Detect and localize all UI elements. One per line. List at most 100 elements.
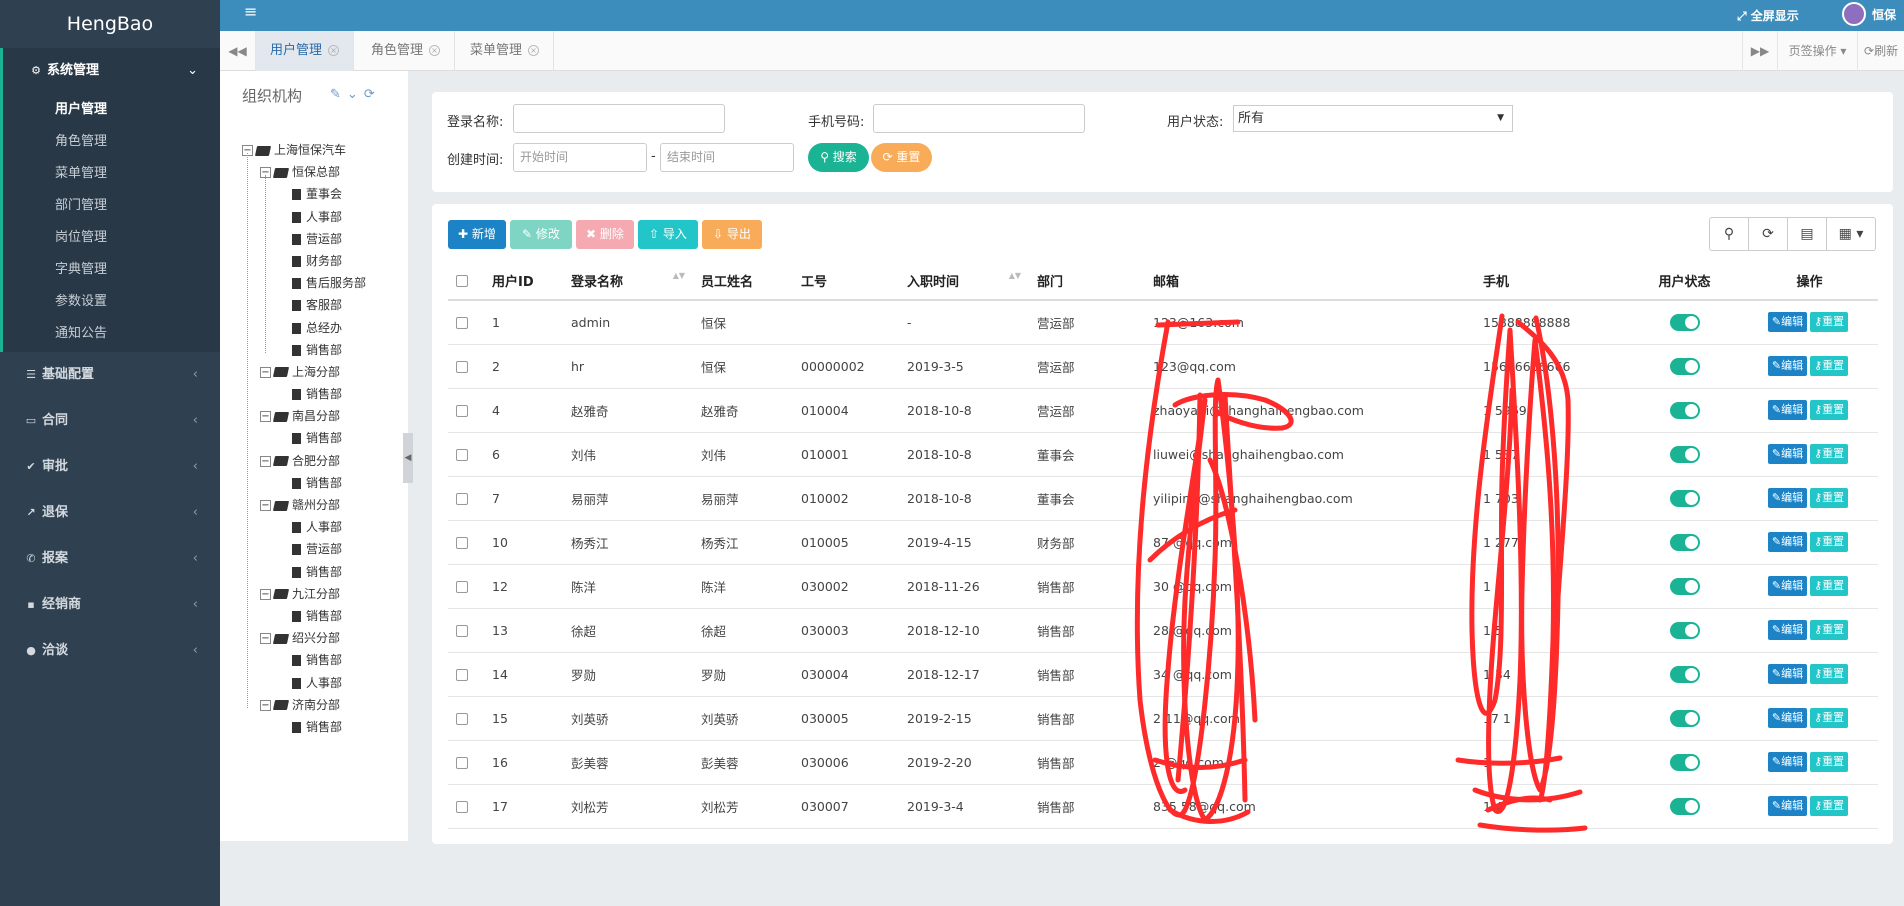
table-row[interactable]: 17 刘松芳 刘松芳 030007 2019-3-4 销售部 835 58@qq.com 1 … bbox=[448, 784, 1878, 829]
start-time-input[interactable]: 开始时间 bbox=[513, 143, 647, 172]
sidebar-item-negotiation[interactable]: ● 洽谈 ‹ bbox=[0, 628, 220, 674]
sidebar-subitem-dept[interactable]: 部门管理 bbox=[3, 190, 220, 222]
import-button[interactable]: ⇧ 导入 bbox=[638, 220, 698, 249]
tab-menu-management[interactable]: 菜单管理 × bbox=[456, 31, 555, 71]
collapse-toggle-icon[interactable]: − bbox=[260, 366, 271, 378]
edit-icon[interactable]: ✎ bbox=[330, 87, 347, 102]
sidebar-item-approval[interactable]: ✔ 审批 ‹ bbox=[0, 444, 220, 490]
collapse-toggle-icon[interactable]: − bbox=[260, 699, 271, 711]
chevron-down-icon[interactable]: ⌄ bbox=[347, 87, 364, 102]
refresh-tab-button[interactable]: ⟳刷新 bbox=[1858, 31, 1904, 71]
table-search-button[interactable]: ⚲ bbox=[1709, 217, 1749, 251]
table-row[interactable]: 10 杨秀江 杨秀江 010005 2019-4-15 财务部 87 @qq.com 1 27… bbox=[448, 520, 1878, 565]
tree-leaf-node[interactable]: 总经办 bbox=[242, 317, 408, 339]
status-toggle[interactable] bbox=[1669, 665, 1700, 683]
row-edit-button[interactable]: ✎编辑 bbox=[1767, 620, 1808, 640]
table-row[interactable]: 14 罗勋 罗勋 030004 2018-12-17 销售部 34 @qq.com 1 34 ✎… bbox=[448, 652, 1878, 697]
row-edit-button[interactable]: ✎编辑 bbox=[1767, 488, 1808, 508]
tree-leaf-node[interactable]: 人事部 bbox=[242, 672, 408, 694]
sidebar-item-base-config[interactable]: ☰ 基础配置 ‹ bbox=[0, 352, 220, 398]
row-edit-button[interactable]: ✎编辑 bbox=[1767, 356, 1808, 376]
col-dept[interactable]: 部门 bbox=[1029, 262, 1145, 301]
status-toggle[interactable] bbox=[1669, 621, 1700, 639]
collapse-toggle-icon[interactable]: − bbox=[260, 588, 271, 600]
sidebar-subitem-post[interactable]: 岗位管理 bbox=[3, 222, 220, 254]
sidebar-item-contract[interactable]: ▭ 合同 ‹ bbox=[0, 398, 220, 444]
table-row[interactable]: 2 hr 恒保 00000002 2019-3-5 营运部 123@qq.com 156666… bbox=[448, 344, 1878, 389]
row-checkbox[interactable] bbox=[456, 405, 468, 417]
tree-leaf-node[interactable]: 营运部 bbox=[242, 228, 408, 250]
status-toggle[interactable] bbox=[1669, 401, 1700, 419]
row-edit-button[interactable]: ✎编辑 bbox=[1767, 444, 1808, 464]
tree-leaf-node[interactable]: 董事会 bbox=[242, 183, 408, 205]
end-time-input[interactable]: 结束时间 bbox=[660, 143, 794, 172]
status-toggle[interactable] bbox=[1669, 709, 1700, 727]
delete-button[interactable]: ✖ 删除 bbox=[576, 220, 634, 249]
row-reset-password-button[interactable]: ⚷重置 bbox=[1810, 664, 1849, 684]
row-edit-button[interactable]: ✎编辑 bbox=[1767, 664, 1808, 684]
col-employee-name[interactable]: 员工姓名 bbox=[693, 262, 793, 301]
export-button[interactable]: ⇩ 导出 bbox=[702, 220, 762, 249]
table-refresh-button[interactable]: ⟳ bbox=[1748, 217, 1788, 251]
status-toggle[interactable] bbox=[1669, 357, 1700, 375]
row-checkbox[interactable] bbox=[456, 493, 468, 505]
col-user-id[interactable]: 用户ID bbox=[484, 262, 563, 301]
login-name-input[interactable] bbox=[513, 104, 725, 133]
row-checkbox[interactable] bbox=[456, 801, 468, 813]
tree-leaf-node[interactable]: 人事部 bbox=[242, 206, 408, 228]
tab-user-management[interactable]: 用户管理 × bbox=[256, 31, 355, 71]
table-row[interactable]: 15 刘英骄 刘英骄 030005 2019-2-15 销售部 2 11@qq.com 17 … bbox=[448, 696, 1878, 741]
sidebar-subitem-user[interactable]: 用户管理 bbox=[3, 94, 220, 126]
row-edit-button[interactable]: ✎编辑 bbox=[1767, 312, 1808, 333]
table-row[interactable]: 4 赵雅奇 赵雅奇 010004 2018-10-8 营运部 zhaoyaqi@shangh… bbox=[448, 388, 1878, 433]
tree-leaf-node[interactable]: 营运部 bbox=[242, 538, 408, 560]
status-toggle[interactable] bbox=[1669, 577, 1700, 595]
sidebar-subitem-role[interactable]: 角色管理 bbox=[3, 126, 220, 158]
table-row[interactable]: 1 admin 恒保 - 营运部 123@163.com 15888888888 ✎编辑 ⚷重置 bbox=[448, 300, 1878, 345]
col-join-date[interactable]: 入职时间 ▲▼ bbox=[899, 262, 1029, 301]
status-toggle[interactable] bbox=[1669, 533, 1700, 551]
row-reset-password-button[interactable]: ⚷重置 bbox=[1810, 576, 1849, 596]
column-chooser-button[interactable]: ▦ ▾ bbox=[1826, 217, 1876, 251]
tree-folder-node[interactable]: − 南昌分部 bbox=[242, 405, 408, 427]
tree-leaf-node[interactable]: 销售部 bbox=[242, 649, 408, 671]
row-edit-button[interactable]: ✎编辑 bbox=[1767, 752, 1808, 772]
col-email[interactable]: 邮箱 bbox=[1145, 262, 1475, 301]
tree-folder-node[interactable]: − 济南分部 bbox=[242, 694, 408, 716]
row-reset-password-button[interactable]: ⚷重置 bbox=[1810, 620, 1849, 640]
row-checkbox[interactable] bbox=[456, 757, 468, 769]
row-reset-password-button[interactable]: ⚷重置 bbox=[1810, 444, 1849, 464]
row-checkbox[interactable] bbox=[456, 669, 468, 681]
status-toggle[interactable] bbox=[1669, 753, 1700, 771]
tree-folder-node[interactable]: − 上海分部 bbox=[242, 361, 408, 383]
add-button[interactable]: ✚ 新增 bbox=[448, 220, 506, 249]
row-reset-password-button[interactable]: ⚷重置 bbox=[1810, 752, 1849, 772]
row-checkbox[interactable] bbox=[456, 713, 468, 725]
tree-leaf-node[interactable]: 售后服务部 bbox=[242, 272, 408, 294]
tree-leaf-node[interactable]: 销售部 bbox=[242, 383, 408, 405]
reset-button[interactable]: ⟳ 重置 bbox=[871, 143, 932, 172]
sidebar-subitem-dict[interactable]: 字典管理 bbox=[3, 254, 220, 286]
tree-leaf-node[interactable]: 人事部 bbox=[242, 516, 408, 538]
row-edit-button[interactable]: ✎编辑 bbox=[1767, 708, 1808, 728]
tabs-scroll-left-button[interactable]: ◀◀ bbox=[220, 31, 256, 71]
col-login-name[interactable]: 登录名称 ▲▼ bbox=[563, 262, 693, 301]
col-employee-no[interactable]: 工号 bbox=[793, 262, 899, 301]
row-reset-password-button[interactable]: ⚷重置 bbox=[1810, 532, 1849, 552]
refresh-icon[interactable]: ⟳ bbox=[364, 87, 381, 102]
tree-leaf-node[interactable]: 客服部 bbox=[242, 294, 408, 316]
tree-leaf-node[interactable]: 销售部 bbox=[242, 339, 408, 361]
tree-leaf-node[interactable]: 销售部 bbox=[242, 472, 408, 494]
tree-leaf-node[interactable]: 销售部 bbox=[242, 427, 408, 449]
sidebar-subitem-menu[interactable]: 菜单管理 bbox=[3, 158, 220, 190]
status-toggle[interactable] bbox=[1669, 445, 1700, 463]
table-row[interactable]: 12 陈洋 陈洋 030002 2018-11-26 销售部 30 @qq.com 1 0 ✎编… bbox=[448, 564, 1878, 609]
row-checkbox[interactable] bbox=[456, 449, 468, 461]
collapse-toggle-icon[interactable]: − bbox=[260, 455, 271, 467]
collapse-toggle-icon[interactable]: − bbox=[260, 633, 271, 645]
table-row[interactable]: 13 徐超 徐超 030003 2018-12-10 销售部 28 @qq.com 1 5 ✎编… bbox=[448, 608, 1878, 653]
row-checkbox[interactable] bbox=[456, 581, 468, 593]
status-toggle[interactable] bbox=[1669, 797, 1700, 815]
status-toggle[interactable] bbox=[1669, 489, 1700, 507]
sidebar-item-system[interactable]: ⚙ 系统管理 ⌄ bbox=[3, 48, 220, 94]
